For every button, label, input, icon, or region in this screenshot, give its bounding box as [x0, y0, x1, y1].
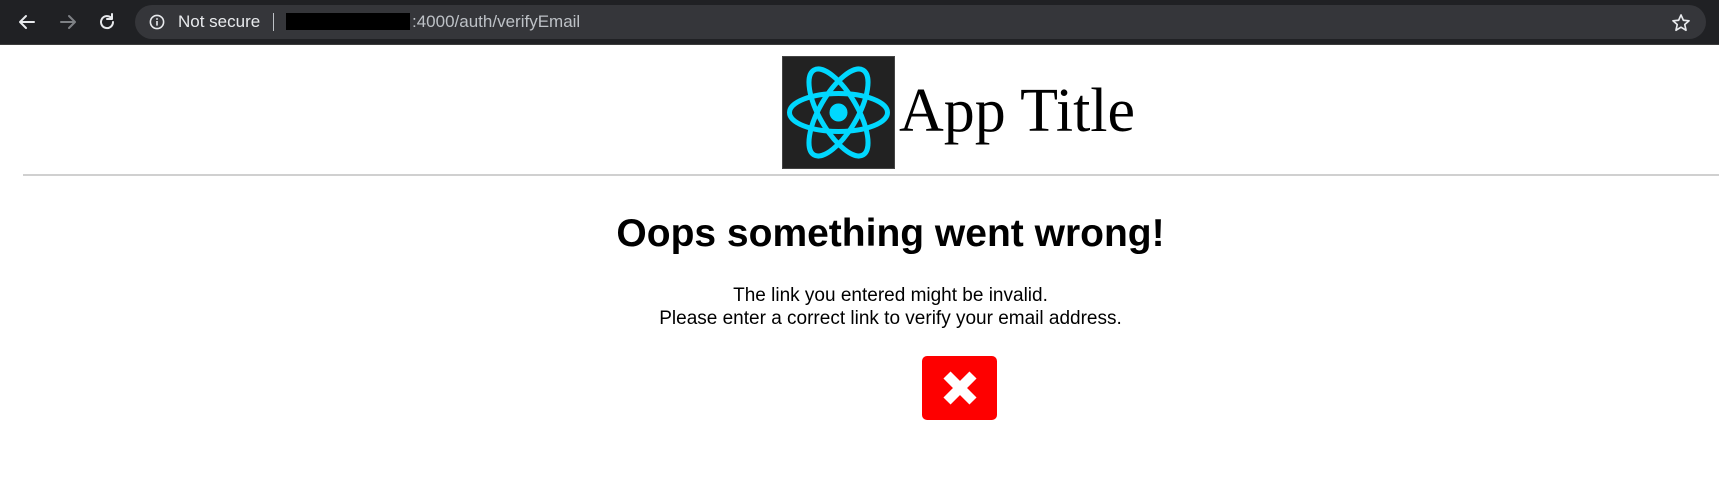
error-x-icon: [922, 356, 997, 420]
app-title: App Title: [899, 77, 1136, 145]
bookmark-star-icon[interactable]: [1670, 12, 1692, 34]
error-message: The link you entered might be invalid. P…: [31, 284, 1719, 330]
forward-button[interactable]: [54, 8, 82, 36]
react-atom-icon: [787, 66, 890, 159]
reload-button[interactable]: [93, 8, 121, 36]
error-heading: Oops something went wrong!: [616, 212, 1165, 255]
url-text[interactable]: :4000/auth/verifyEmail: [412, 5, 580, 39]
url-divider: [273, 13, 274, 31]
redacted-hostname: [286, 13, 410, 30]
error-message-line-2: Please enter a correct link to verify yo…: [659, 308, 1122, 329]
arrow-left-icon: [19, 15, 35, 29]
security-status-label[interactable]: Not secure: [178, 5, 260, 39]
main-content: Oops something went wrong! The link you …: [0, 176, 1719, 501]
browser-toolbar: Not secure :4000/auth/verifyEmail: [0, 0, 1719, 45]
reload-icon: [100, 13, 115, 30]
error-message-line-1: The link you entered might be invalid.: [733, 285, 1048, 306]
app-logo: [782, 56, 895, 169]
back-button[interactable]: [13, 8, 41, 36]
app-header: App Title: [0, 45, 1719, 175]
info-icon[interactable]: [149, 14, 165, 30]
address-bar[interactable]: Not secure :4000/auth/verifyEmail: [135, 5, 1706, 39]
close-x-icon: [942, 371, 977, 405]
arrow-right-icon: [60, 15, 76, 29]
